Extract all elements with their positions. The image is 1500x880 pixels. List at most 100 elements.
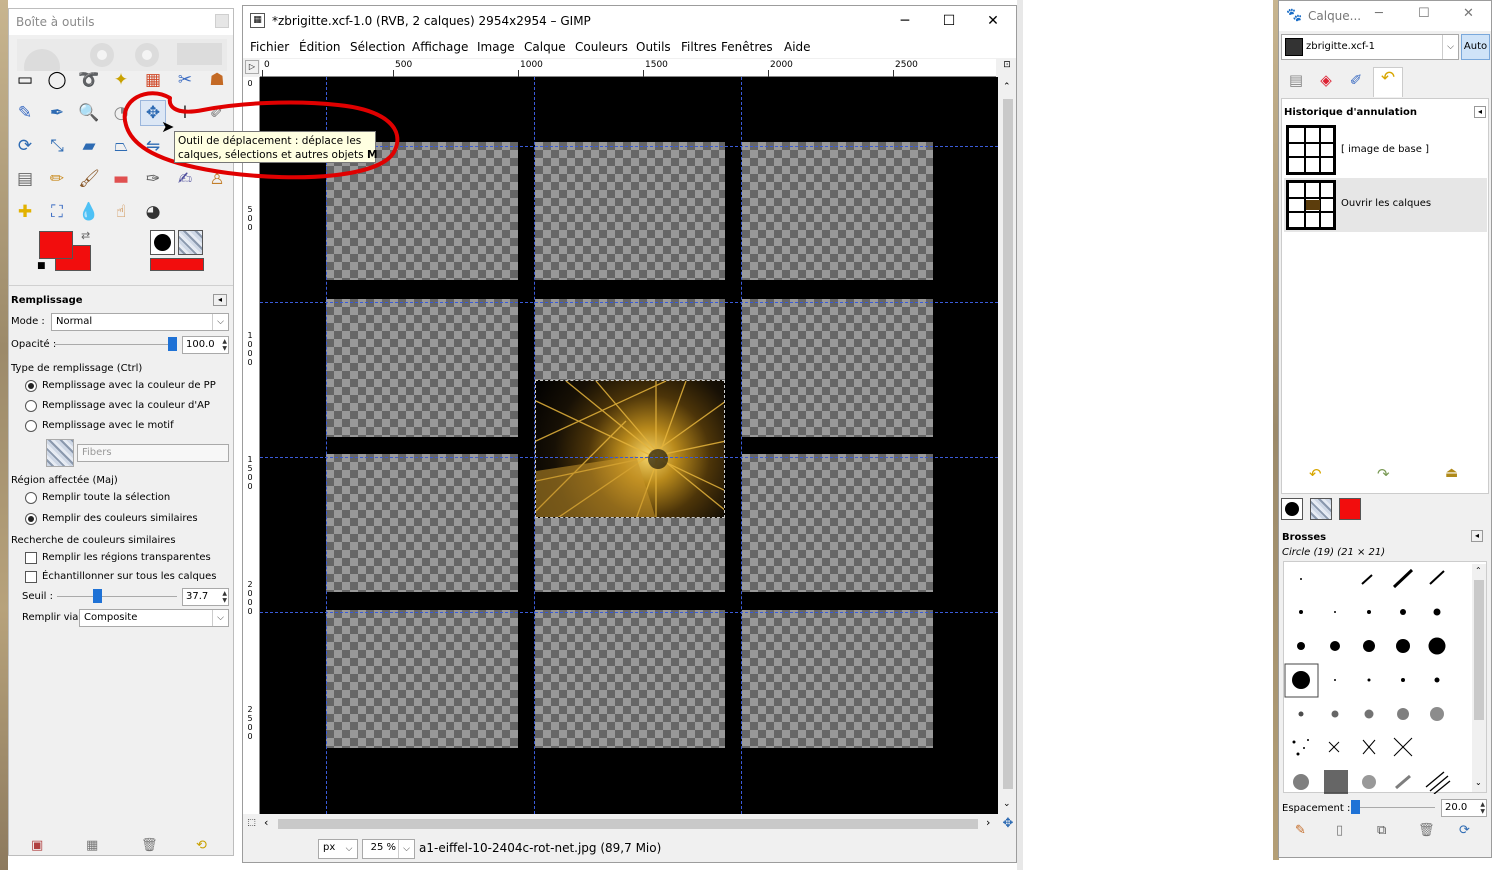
- dock-minimize-button[interactable]: ─: [1375, 6, 1383, 21]
- horizontal-scroll-thumb[interactable]: [278, 819, 978, 829]
- auto-button[interactable]: Auto: [1461, 34, 1490, 60]
- reset-options-icon[interactable]: ⟲: [196, 838, 207, 853]
- restore-options-icon[interactable]: ▦: [86, 838, 98, 853]
- default-colors-icon[interactable]: ■: [37, 261, 46, 271]
- threshold-slider[interactable]: [53, 588, 181, 606]
- photo-layer[interactable]: [535, 380, 725, 518]
- mini-pattern-preview[interactable]: [1310, 498, 1332, 520]
- blur-icon[interactable]: 💧: [76, 199, 102, 225]
- fill-transparent-checkbox[interactable]: [25, 552, 37, 564]
- quick-mask-corner-icon[interactable]: ▷: [245, 60, 259, 74]
- navigate-icon[interactable]: ✥: [1000, 816, 1016, 832]
- swap-colors-icon[interactable]: ⇄: [81, 229, 90, 242]
- zoom-lock-icon[interactable]: ⊡: [1000, 60, 1014, 74]
- menu-image[interactable]: Image: [477, 40, 515, 54]
- tab-undo-history[interactable]: ↶: [1373, 67, 1403, 97]
- panel-menu-icon[interactable]: ◂: [213, 294, 227, 306]
- menu-aide[interactable]: Aide: [784, 40, 811, 54]
- heal-icon[interactable]: ✚: [12, 199, 38, 225]
- active-pattern-preview[interactable]: [178, 230, 203, 255]
- zoom-icon[interactable]: 🔍: [76, 100, 102, 126]
- brush-grid-scroll-thumb[interactable]: [1474, 580, 1484, 720]
- maximize-button[interactable]: ☐: [927, 10, 971, 32]
- active-gradient-preview[interactable]: [150, 258, 204, 271]
- scroll-up-icon[interactable]: ⌃: [1003, 82, 1011, 92]
- dock-close-button[interactable]: ✕: [1463, 6, 1474, 21]
- clear-history-icon[interactable]: ⏏: [1445, 465, 1458, 481]
- menu-edition[interactable]: Édition: [299, 40, 341, 54]
- pencil-icon[interactable]: ✏: [44, 166, 70, 192]
- fill-pattern-radio[interactable]: [25, 420, 37, 432]
- tab-layers[interactable]: ▤: [1283, 71, 1309, 95]
- perspective-clone-icon[interactable]: ⛶: [44, 199, 70, 225]
- tab-paths[interactable]: ✐: [1343, 71, 1369, 95]
- scroll-down-icon[interactable]: ⌄: [1475, 778, 1482, 787]
- scale-icon[interactable]: ⤡: [44, 133, 70, 159]
- menu-couleurs[interactable]: Couleurs: [575, 40, 628, 54]
- toolbox-close-button[interactable]: [215, 14, 229, 28]
- image-canvas[interactable]: [260, 77, 998, 814]
- undo-icon[interactable]: ↶: [1309, 465, 1322, 483]
- menu-selection[interactable]: Sélection: [350, 40, 405, 54]
- fuzzy-select-icon[interactable]: ✦: [108, 67, 134, 93]
- scroll-left-icon[interactable]: ‹: [264, 816, 268, 829]
- region-selection-radio[interactable]: [25, 492, 37, 504]
- shear-icon[interactable]: ▰: [76, 133, 102, 159]
- delete-brush-icon[interactable]: 🗑: [1418, 823, 1435, 838]
- brush-grid-scrollbar[interactable]: ⌃ ⌄: [1472, 564, 1486, 792]
- scroll-up-icon[interactable]: ⌃: [1475, 566, 1482, 575]
- menu-affichage[interactable]: Affichage: [412, 40, 468, 54]
- menu-fenetres[interactable]: Fenêtres: [721, 40, 773, 54]
- smudge-icon[interactable]: ☝: [108, 199, 134, 225]
- panel-menu-icon[interactable]: ◂: [1471, 530, 1483, 542]
- menu-calque[interactable]: Calque: [524, 40, 566, 54]
- rotate-icon[interactable]: ⟳: [12, 133, 38, 159]
- mini-brush-preview[interactable]: [1281, 498, 1303, 520]
- dodge-burn-icon[interactable]: ◕: [140, 199, 166, 225]
- redo-icon[interactable]: ↷: [1377, 465, 1390, 483]
- horizontal-scrollbar[interactable]: ‹ ›: [260, 816, 998, 832]
- tab-channels[interactable]: ◈: [1313, 71, 1339, 95]
- perspective-icon[interactable]: ⏢: [108, 133, 134, 159]
- vertical-scrollbar[interactable]: ⌃ ⌄: [1000, 77, 1016, 814]
- delete-options-icon[interactable]: 🗑: [141, 838, 158, 853]
- spacing-slider[interactable]: [1351, 799, 1439, 817]
- opacity-spin[interactable]: 100.0 ▲ ▼: [182, 336, 229, 354]
- ink-icon[interactable]: ✍: [172, 166, 198, 192]
- save-options-icon[interactable]: ▣: [31, 838, 43, 853]
- active-brush-preview[interactable]: [150, 230, 175, 255]
- select-by-color-icon[interactable]: ▦: [140, 67, 166, 93]
- zoom-select[interactable]: 25 % ⌵: [362, 839, 415, 859]
- paintbrush-icon[interactable]: 🖌: [76, 166, 102, 192]
- opacity-slider[interactable]: [51, 336, 179, 354]
- vertical-ruler[interactable]: 0 5 0 0 1 0 0 0 1 5 0 0 2 0 0 0 2 5 0 0: [243, 77, 260, 814]
- foreground-select-icon[interactable]: ☗: [204, 67, 230, 93]
- image-select[interactable]: zbrigitte.xcf-1 ⌵: [1281, 34, 1459, 60]
- history-item[interactable]: [ image de base ]: [1284, 123, 1487, 177]
- vertical-scroll-thumb[interactable]: [1003, 99, 1013, 789]
- rect-select-icon[interactable]: ▭: [12, 67, 38, 93]
- eraser-icon[interactable]: ▬: [108, 166, 134, 192]
- panel-menu-icon[interactable]: ◂: [1474, 106, 1486, 118]
- menu-filtres[interactable]: Filtres: [681, 40, 717, 54]
- menu-fichier[interactable]: Fichier: [250, 40, 289, 54]
- paths-icon[interactable]: ✎: [12, 100, 38, 126]
- quick-mask-icon[interactable]: ⬚: [244, 816, 259, 831]
- threshold-spin[interactable]: 37.7 ▲ ▼: [182, 588, 229, 606]
- scroll-right-icon[interactable]: ›: [986, 816, 990, 829]
- lasso-icon[interactable]: ➰: [76, 67, 102, 93]
- pattern-name-field[interactable]: Fibers: [77, 444, 229, 462]
- mode-select[interactable]: Normal ⌵: [51, 313, 229, 331]
- scroll-down-icon[interactable]: ⌄: [1003, 799, 1011, 809]
- edit-brush-icon[interactable]: ✎: [1295, 823, 1306, 838]
- foreground-color-swatch[interactable]: [39, 231, 73, 259]
- region-similar-radio[interactable]: [25, 513, 37, 525]
- ellipse-select-icon[interactable]: ◯: [44, 67, 70, 93]
- fill-fg-radio[interactable]: [25, 380, 37, 392]
- brush-grid[interactable]: ⌃ ⌄: [1283, 561, 1487, 795]
- unit-select[interactable]: px ⌵: [318, 839, 358, 859]
- mini-color-preview[interactable]: [1339, 498, 1361, 520]
- close-button[interactable]: ✕: [971, 10, 1015, 32]
- minimize-button[interactable]: ─: [883, 10, 927, 32]
- spacing-spin[interactable]: 20.0 ▲ ▼: [1441, 799, 1487, 817]
